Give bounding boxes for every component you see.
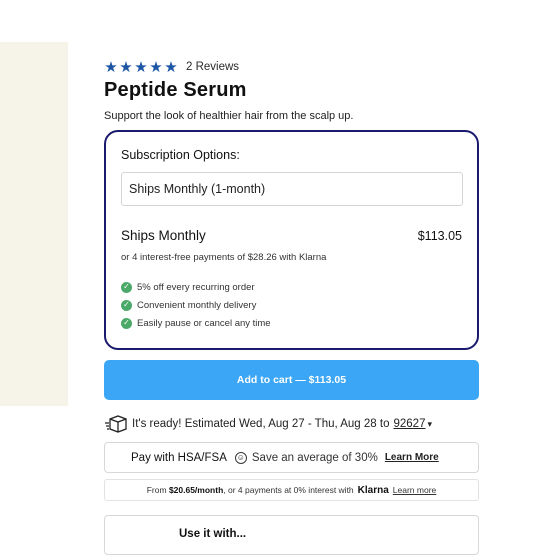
hsa-save-text: Save an average of 30% [251, 451, 378, 464]
subscription-card: Subscription Options: Ships Monthly (1-m… [104, 130, 479, 350]
hsa-title: Pay with HSA/FSA [131, 451, 227, 464]
rating-row[interactable]: ★ ★ ★ ★ ★ 2 Reviews [104, 56, 480, 78]
add-to-cart-button[interactable]: Add to cart — $113.05 [104, 360, 479, 400]
check-icon: ✓ [121, 281, 132, 293]
hsa-learn-more-link[interactable]: Learn More [385, 452, 439, 463]
review-count-link[interactable]: 2 Reviews [186, 61, 239, 73]
benefit-item: ✓ 5% off every recurring order [121, 278, 462, 296]
klarna-middle: , or 4 payments at 0% interest with [223, 485, 354, 495]
benefit-item: ✓ Easily pause or cancel any time [121, 314, 462, 332]
star-icon: ★ [104, 58, 118, 76]
delivery-text: It's ready! Estimated Wed, Aug 27 - Thu,… [132, 418, 390, 430]
star-rating: ★ ★ ★ ★ ★ [104, 60, 178, 75]
savings-icon: ☺ [234, 451, 247, 464]
star-icon: ★ [149, 58, 163, 76]
product-details: ★ ★ ★ ★ ★ 2 Reviews Peptide Serum Suppor… [104, 56, 480, 555]
star-icon: ★ [134, 58, 148, 76]
subscription-select[interactable]: Ships Monthly (1-month) [121, 172, 463, 206]
check-icon: ✓ [121, 317, 132, 329]
klarna-learn-more-link[interactable]: Learn more [393, 485, 436, 495]
subscription-label: Subscription Options: [121, 148, 240, 162]
klarna-installments: or 4 interest-free payments of $28.26 wi… [121, 252, 327, 263]
product-title: Peptide Serum [104, 79, 247, 101]
star-icon: ★ [164, 58, 178, 76]
benefit-text: Convenient monthly delivery [137, 299, 257, 311]
plan-price-row: Ships Monthly $113.05 [121, 228, 462, 243]
klarna-prefix: From [146, 485, 167, 495]
plan-price: $113.05 [417, 229, 462, 243]
zip-code-link[interactable]: 92627 [393, 418, 425, 430]
subscription-selected-value: Ships Monthly (1-month) [129, 182, 266, 196]
klarna-logo: Klarna [357, 484, 389, 496]
benefit-item: ✓ Convenient monthly delivery [121, 296, 462, 314]
use-it-with-title: Use it with... [179, 528, 247, 540]
product-subtitle: Support the look of healthier hair from … [104, 110, 354, 122]
benefits-list: ✓ 5% off every recurring order ✓ Conveni… [121, 278, 462, 332]
chevron-down-icon[interactable]: ▾ [427, 419, 432, 430]
hsa-fsa-banner: Pay with HSA/FSA ☺ Save an average of 30… [104, 442, 479, 473]
check-icon: ✓ [121, 299, 132, 311]
star-icon: ★ [119, 58, 133, 76]
klarna-amount: $20.65/month [168, 485, 224, 495]
use-it-with-card: Use it with... [104, 515, 479, 555]
klarna-bar: From $20.65/month , or 4 payments at 0% … [104, 479, 479, 501]
benefit-text: 5% off every recurring order [137, 281, 255, 293]
plan-name: Ships Monthly [121, 228, 206, 243]
package-icon [105, 415, 127, 433]
gallery-panel [0, 42, 68, 406]
delivery-estimate: It's ready! Estimated Wed, Aug 27 - Thu,… [104, 412, 480, 436]
benefit-text: Easily pause or cancel any time [137, 317, 271, 329]
